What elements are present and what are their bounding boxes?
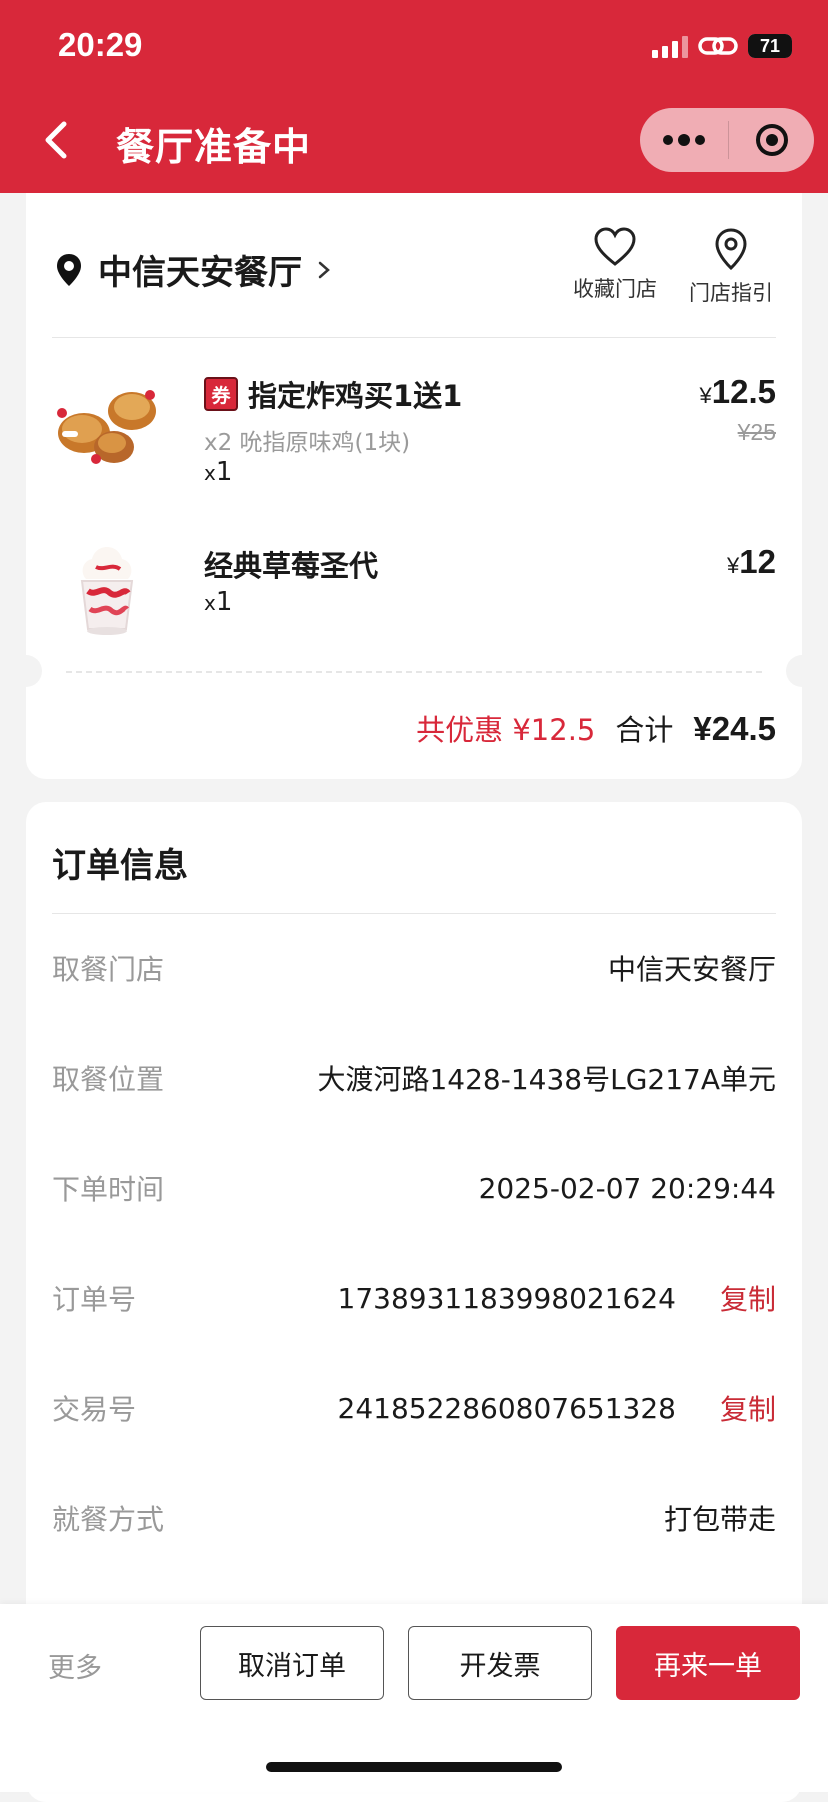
copy-transaction-number-button[interactable]: 复制 [720, 1388, 776, 1428]
ticket-notch-right [786, 655, 818, 687]
quantity-value: 1 [215, 587, 233, 617]
signal-icon [652, 34, 688, 58]
info-row-order-time: 下单时间 2025-02-07 20:29:44 [52, 1158, 776, 1218]
close-miniapp-icon[interactable] [729, 122, 814, 158]
item-quantity: x1 [204, 587, 232, 617]
divider [52, 337, 776, 338]
page-title: 餐厅准备中 [116, 125, 312, 169]
more-options-icon[interactable] [640, 133, 728, 147]
currency-symbol: ¥ [699, 383, 712, 408]
item-detail: x2 吮指原味鸡(1块) [204, 430, 411, 456]
info-row-pickup-store: 取餐门店 中信天安餐厅 [52, 938, 776, 998]
store-guide-button[interactable]: 门店指引 [686, 227, 776, 307]
store-link[interactable]: 中信天安餐厅 [54, 245, 332, 294]
info-label: 交易号 [52, 1393, 137, 1426]
section-title: 订单信息 [52, 846, 188, 886]
list-item: 经典草莓圣代 x1 ¥12 [52, 543, 776, 673]
info-value: 中信天安餐厅 [607, 953, 776, 986]
currency-symbol: ¥ [727, 553, 740, 578]
order-items-card: 中信天安餐厅 收藏门店 门店指引 券 指定炸鸡买1送1 x2 吮指原味鸡(1块)… [10, 193, 818, 779]
info-label: 下单时间 [52, 1173, 165, 1206]
item-name-row: 经典草莓圣代 [204, 543, 378, 585]
home-indicator [266, 1762, 562, 1772]
info-label: 订单号 [52, 1283, 137, 1316]
info-value: 打包带走 [663, 1503, 776, 1536]
battery-level: 71 [748, 34, 792, 58]
quantity-prefix: x [204, 461, 216, 485]
quantity-prefix: x [204, 591, 216, 615]
dashed-divider [66, 671, 762, 673]
more-button[interactable]: 更多 [48, 1646, 102, 1685]
total-value: ¥24.5 [693, 710, 776, 747]
favorite-store-button[interactable]: 收藏门店 [570, 227, 660, 307]
status-time: 20:29 [58, 26, 143, 63]
item-price: ¥12 [727, 543, 776, 581]
fried-chicken-image [57, 390, 156, 464]
strawberry-sundae-image [80, 547, 134, 635]
favorite-store-label: 收藏门店 [573, 277, 657, 301]
total-label: 合计 [615, 713, 674, 747]
store-name: 中信天安餐厅 [98, 253, 302, 293]
order-totals: 共优惠 ¥12.5 合计 ¥24.5 [416, 707, 776, 749]
info-row-order-number: 订单号 1738931183998021624 复制 [52, 1268, 776, 1328]
location-pin-icon [57, 253, 81, 286]
store-actions: 收藏门店 门店指引 [570, 227, 776, 307]
heart-icon [594, 227, 636, 266]
divider [52, 913, 776, 914]
item-name: 经典草莓圣代 [204, 549, 379, 583]
price-value: 12.5 [711, 373, 776, 410]
info-row-transaction-number: 交易号 2418522860807651328 复制 [52, 1378, 776, 1438]
copy-order-number-button[interactable]: 复制 [720, 1278, 776, 1318]
info-row-pickup-location: 取餐位置 大渡河路1428-1438号LG217A单元 [52, 1048, 776, 1108]
price-value: 12 [739, 543, 776, 580]
info-value: 2025-02-07 20:29:44 [478, 1171, 776, 1205]
info-value: 1738931183998021624 [337, 1281, 676, 1315]
discount-total: 共优惠 ¥12.5 [416, 713, 596, 747]
info-value: 大渡河路1428-1438号LG217A单元 [317, 1063, 776, 1096]
list-item: 券 指定炸鸡买1送1 x2 吮指原味鸡(1块) x1 ¥12.5 ¥25 [52, 373, 776, 503]
item-name: 指定炸鸡买1送1 [248, 379, 463, 413]
reorder-button[interactable]: 再来一单 [616, 1626, 800, 1700]
info-label: 取餐门店 [52, 953, 165, 986]
coupon-badge: 券 [204, 377, 238, 411]
cancel-order-button[interactable]: 取消订单 [200, 1626, 384, 1700]
item-name-row: 券 指定炸鸡买1送1 [204, 373, 462, 415]
info-label: 取餐位置 [52, 1063, 165, 1096]
item-price: ¥12.5 [700, 373, 776, 411]
battery-icon: 71 [748, 34, 792, 58]
miniapp-capsule [640, 108, 814, 172]
status-icons: 71 [652, 34, 792, 58]
ticket-notch-left [10, 655, 42, 687]
store-guide-label: 门店指引 [689, 281, 773, 305]
map-pin-icon [715, 228, 747, 271]
info-row-dining-mode: 就餐方式 打包带走 [52, 1488, 776, 1548]
back-icon[interactable] [40, 116, 76, 164]
info-value: 2418522860807651328 [337, 1391, 676, 1425]
quantity-value: 1 [215, 457, 233, 487]
header: 20:29 71 餐厅准备中 [0, 0, 828, 193]
info-label: 就餐方式 [52, 1503, 165, 1536]
chevron-right-icon [318, 261, 330, 278]
original-price: ¥25 [737, 419, 776, 445]
link-icon [698, 37, 738, 55]
invoice-button[interactable]: 开发票 [408, 1626, 592, 1700]
item-quantity: x1 [204, 457, 232, 487]
